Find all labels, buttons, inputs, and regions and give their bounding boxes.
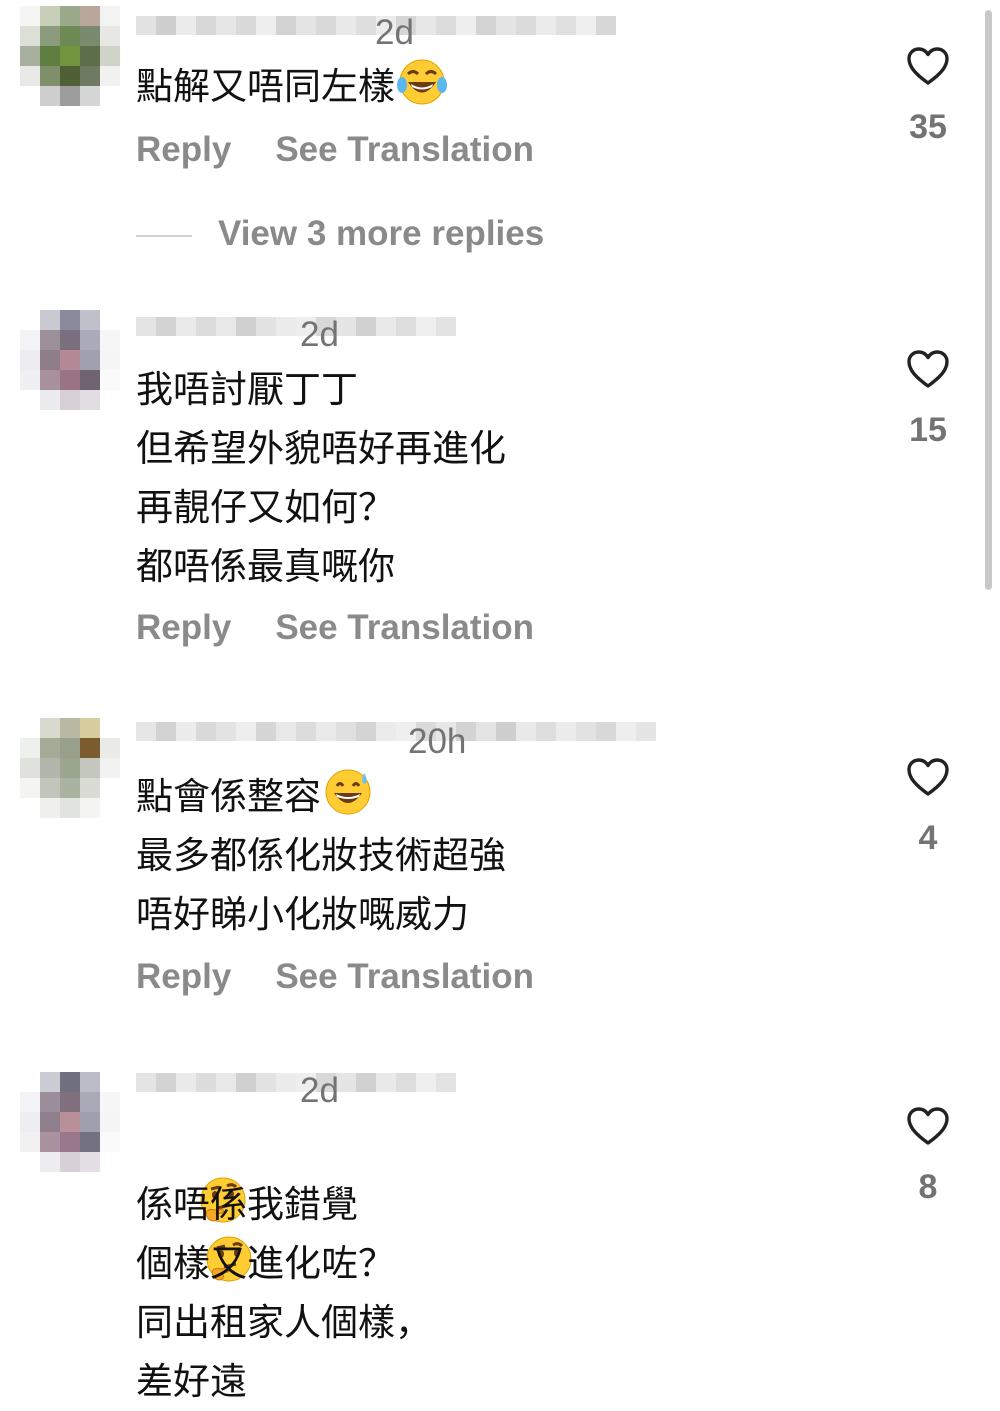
- see-translation-button[interactable]: See Translation: [275, 130, 534, 169]
- heart-outline-icon[interactable]: [906, 1106, 950, 1146]
- comment-timestamp: 2d: [300, 1071, 339, 1110]
- comment-line-text: 點會係整容: [136, 776, 321, 817]
- like-control: 35: [880, 46, 976, 147]
- comment-actions: Reply See Translation: [136, 130, 534, 170]
- comment-text: 點會係整容 最多都係化妝技術超強 唔好睇小化妝嘅威力: [136, 767, 506, 944]
- comment-line: 點解又唔同左樣: [136, 57, 447, 116]
- comment-timestamp: 20h: [408, 722, 467, 761]
- comment-actions: Reply See Translation: [136, 957, 534, 997]
- username-blurred[interactable]: [136, 1073, 456, 1111]
- comment-line: 最多都係化妝技術超強: [136, 835, 506, 876]
- like-control: 8: [880, 1106, 976, 1207]
- comment-timestamp: 2d: [300, 315, 339, 354]
- like-count: 8: [918, 1168, 938, 1206]
- comment-line: 唔好睇小化妝嘅威力: [136, 894, 469, 935]
- comment-line: 再靚仔又如何？: [136, 487, 395, 528]
- like-count: 35: [909, 108, 947, 146]
- comment-line: 差好遠: [136, 1361, 247, 1402]
- comment-line: 同出租家人個樣，: [136, 1302, 432, 1343]
- view-more-replies-label: View 3 more replies: [218, 214, 545, 253]
- reply-button[interactable]: Reply: [136, 608, 231, 647]
- avatar[interactable]: [20, 6, 120, 106]
- like-count: 15: [909, 411, 947, 449]
- heart-outline-icon[interactable]: [906, 349, 950, 389]
- see-translation-button[interactable]: See Translation: [275, 608, 534, 647]
- comment-line: 係唔係我錯覺: [136, 1184, 358, 1225]
- comment-line: 個樣又進化咗？: [136, 1243, 395, 1284]
- username-blurred[interactable]: [136, 722, 656, 760]
- comment-actions: Reply See Translation: [136, 608, 534, 648]
- comment-text: 係唔係我錯覺 個樣又進化咗？ 同出租家人個樣， 差好遠: [136, 1116, 432, 1411]
- comment-timestamp: 2d: [375, 13, 414, 52]
- see-translation-button[interactable]: See Translation: [275, 957, 534, 996]
- avatar[interactable]: [20, 310, 120, 410]
- comment-line: 都唔係最真嘅你: [136, 546, 395, 587]
- comment-line: 但希望外貌唔好再進化: [136, 428, 506, 469]
- face-with-tears-of-joy-icon: [397, 59, 447, 105]
- heart-outline-icon[interactable]: [906, 757, 950, 797]
- divider: [136, 234, 192, 237]
- scrollbar[interactable]: [985, 10, 992, 590]
- avatar[interactable]: [20, 718, 120, 818]
- comment-line-text: 點解又唔同左樣: [136, 66, 395, 107]
- comment-line: 點會係整容: [136, 767, 506, 826]
- comment-line: 我唔討厭丁丁: [136, 369, 358, 410]
- like-control: 15: [880, 349, 976, 450]
- avatar[interactable]: [20, 1072, 120, 1172]
- comment-text: 我唔討厭丁丁 但希望外貌唔好再進化 再靚仔又如何？ 都唔係最真嘅你: [136, 360, 506, 596]
- reply-button[interactable]: Reply: [136, 957, 231, 996]
- username-blurred[interactable]: [136, 317, 456, 355]
- heart-outline-icon[interactable]: [906, 46, 950, 86]
- grinning-face-with-sweat-icon: [325, 769, 371, 815]
- comment-emoji-line: [136, 1116, 432, 1282]
- like-control: 4: [880, 757, 976, 858]
- like-count: 4: [918, 819, 938, 857]
- comment-text: 點解又唔同左樣: [136, 57, 447, 116]
- reply-button[interactable]: Reply: [136, 130, 231, 169]
- view-more-replies-button[interactable]: View 3 more replies: [136, 214, 544, 254]
